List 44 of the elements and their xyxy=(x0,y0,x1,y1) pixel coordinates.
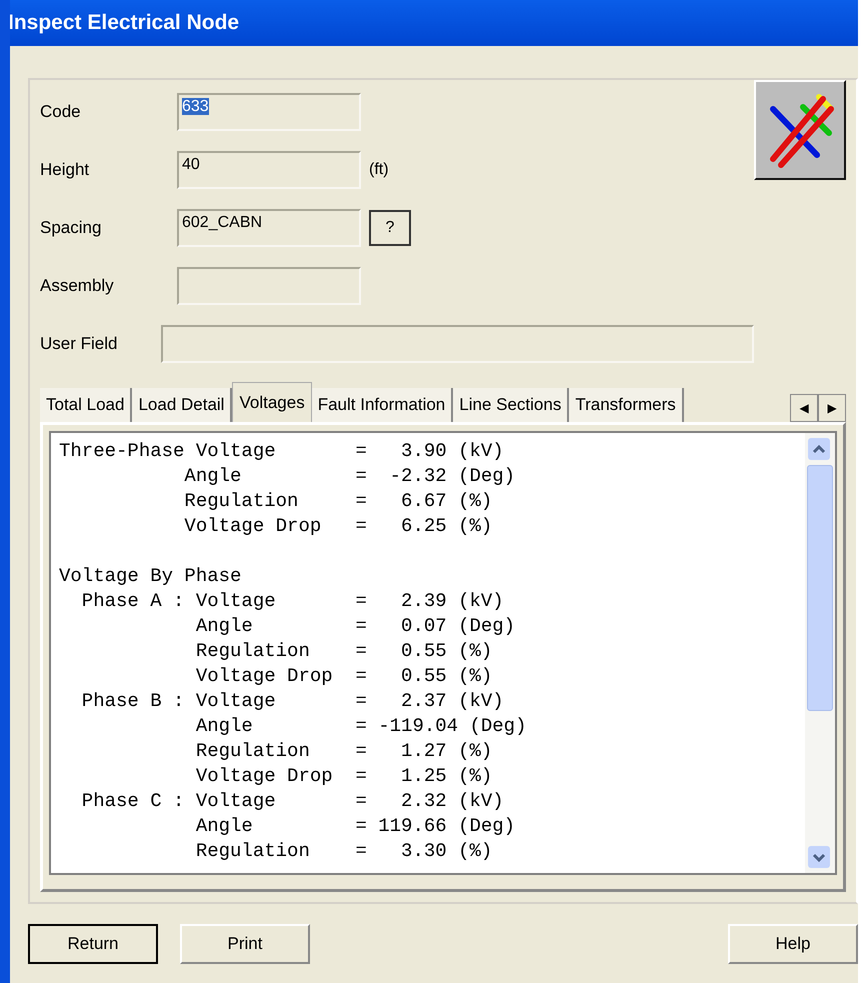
help-button[interactable]: ? xyxy=(369,210,411,246)
scrollbar-thumb[interactable] xyxy=(807,465,833,711)
report-line: Voltage Drop = 6.25 (%) xyxy=(183,514,494,539)
tab[interactable]: Voltages xyxy=(232,382,312,422)
input-field[interactable] xyxy=(160,325,754,363)
dialog-button[interactable]: Return xyxy=(28,924,158,964)
tab-scroll-button[interactable]: ◀ xyxy=(790,394,818,422)
input-field[interactable]: 633 xyxy=(177,93,361,131)
report-line: Voltage By Phase xyxy=(59,564,242,589)
report-line: Regulation = 1.27 (%) xyxy=(194,739,494,764)
tab[interactable]: Fault Information xyxy=(312,388,454,422)
report-line: Angle = -2.32 (Deg) xyxy=(183,464,516,489)
field-label: Code xyxy=(40,102,82,122)
tab[interactable]: Total Load xyxy=(40,388,132,422)
scroll-down-icon[interactable] xyxy=(807,845,831,869)
report-line: Phase C : Voltage = 2.32 (kV) xyxy=(80,789,505,814)
report-line: Regulation = 0.55 (%) xyxy=(194,639,494,664)
scroll-up-icon[interactable] xyxy=(807,437,831,461)
input-field[interactable]: 40 xyxy=(177,151,361,189)
network-tool-button[interactable] xyxy=(754,80,846,180)
dialog-button[interactable]: Print xyxy=(180,924,310,964)
input-field[interactable] xyxy=(177,267,361,305)
input-field[interactable]: 602_CABN xyxy=(177,209,361,247)
dialog-button[interactable]: Help xyxy=(728,924,858,964)
report-line: Phase A : Voltage = 2.39 (kV) xyxy=(80,589,505,614)
report-line: Angle = 0.07 (Deg) xyxy=(194,614,516,639)
report-line: Angle = 119.66 (Deg) xyxy=(194,814,516,839)
tab-scroll-button[interactable]: ▶ xyxy=(818,394,846,422)
report-line: Voltage Drop = 1.25 (%) xyxy=(194,764,494,789)
tab[interactable]: Load Detail xyxy=(132,388,232,422)
field-label: Spacing xyxy=(40,218,102,238)
report-line: Voltage Drop = 0.55 (%) xyxy=(194,664,494,689)
report-line: Regulation = 6.67 (%) xyxy=(183,489,494,514)
field-label: Assembly xyxy=(40,276,115,296)
report-line: Phase B : Voltage = 2.37 (kV) xyxy=(80,689,505,714)
tab[interactable]: Transformers xyxy=(569,388,684,422)
report-line: Regulation = 3.30 (%) xyxy=(194,839,494,864)
field-label: User Field xyxy=(40,334,118,354)
unit-label: (ft) xyxy=(369,161,389,179)
report-line: Angle = -119.04 (Deg) xyxy=(194,714,528,739)
report-line: Three-Phase Voltage = 3.90 (kV) xyxy=(59,439,505,464)
vertical-scrollbar[interactable] xyxy=(805,433,835,873)
tab[interactable]: Line Sections xyxy=(453,388,570,422)
field-label: Height xyxy=(40,160,90,180)
